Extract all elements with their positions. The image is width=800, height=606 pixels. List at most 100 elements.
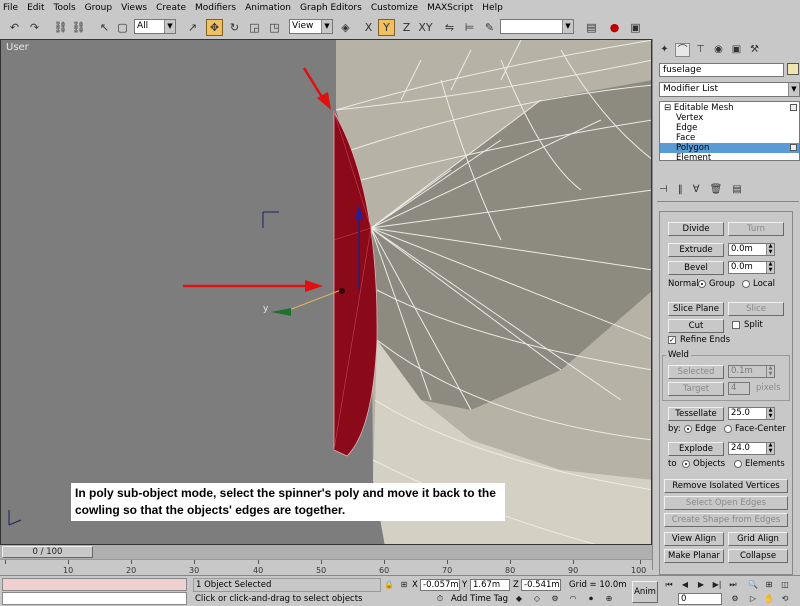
- pivot-center-icon[interactable]: ◈: [337, 19, 354, 36]
- align-icon[interactable]: ⊨: [461, 19, 478, 36]
- gizmo-x-axis[interactable]: [288, 289, 342, 311]
- time-tag-icon[interactable]: ⏱: [433, 593, 447, 605]
- turn-button[interactable]: Turn: [728, 222, 784, 236]
- track-bar[interactable]: 10 20 30 40 50 60 70 80 90 100: [0, 559, 652, 575]
- restrict-x-icon[interactable]: X: [360, 19, 377, 36]
- weld-target-button[interactable]: Target: [668, 382, 724, 396]
- menu-animation[interactable]: Animation: [245, 3, 291, 13]
- modifier-list-select[interactable]: Modifier List ▼: [659, 82, 800, 97]
- stack-item-polygon[interactable]: Polygon: [660, 143, 799, 153]
- remove-modifier-icon[interactable]: 🗑: [710, 184, 723, 198]
- viewport-user[interactable]: y User: [0, 39, 652, 545]
- select-by-name-icon[interactable]: ↗: [184, 19, 201, 36]
- key-mode-icon[interactable]: ◇: [530, 593, 544, 605]
- zoom-icon[interactable]: 🔍: [746, 579, 760, 591]
- weld-threshold-spinner[interactable]: 0.1m ▲ ▼: [728, 365, 775, 378]
- object-color-swatch[interactable]: [787, 63, 799, 75]
- prev-frame-icon[interactable]: ◀: [678, 579, 692, 591]
- animate-button[interactable]: Anim: [632, 581, 658, 603]
- pin-stack-icon[interactable]: ⊣: [659, 184, 668, 198]
- gizmo-y-arrow[interactable]: [271, 308, 291, 316]
- gizmo-center[interactable]: [339, 288, 345, 294]
- viewport-label[interactable]: User: [6, 42, 29, 53]
- scale-icon[interactable]: ◲: [246, 19, 263, 36]
- menu-file[interactable]: File: [3, 3, 18, 13]
- absolute-mode-icon[interactable]: ⊞: [397, 579, 411, 591]
- restrict-z-icon[interactable]: Z: [398, 19, 415, 36]
- time-slider-thumb[interactable]: 0 / 100: [2, 546, 93, 558]
- spinner-arrows-icon[interactable]: ▲ ▼: [766, 442, 774, 454]
- menu-maxscript[interactable]: MAXScript: [427, 3, 473, 13]
- cut-button[interactable]: Cut: [668, 319, 724, 333]
- play-icon[interactable]: ▶: [694, 579, 708, 591]
- field-of-view-icon[interactable]: ▷: [746, 593, 760, 605]
- modifier-stack[interactable]: ⊟ Editable Mesh Vertex Edge Face Polygon…: [659, 101, 800, 163]
- tessellate-face-center-radio[interactable]: [724, 425, 732, 433]
- pan-icon[interactable]: ✋: [762, 593, 776, 605]
- named-selection-icon[interactable]: ✎: [481, 19, 498, 36]
- explode-elements-radio[interactable]: [734, 460, 742, 468]
- explode-angle-spinner[interactable]: 24.0 ▲ ▼: [728, 442, 775, 455]
- stack-item-face[interactable]: Face: [660, 133, 799, 143]
- named-selection-select[interactable]: ▼: [500, 19, 574, 34]
- normal-group-radio[interactable]: [698, 280, 706, 288]
- tessellate-tension-spinner[interactable]: 25.0 ▲ ▼: [728, 407, 775, 420]
- make-unique-icon[interactable]: ∀: [693, 184, 700, 198]
- grid-align-button[interactable]: Grid Align: [728, 532, 788, 546]
- stack-item-vertex[interactable]: Vertex: [660, 113, 799, 123]
- menu-tools[interactable]: Tools: [54, 3, 76, 13]
- normal-local-radio[interactable]: [742, 280, 750, 288]
- split-checkbox[interactable]: [732, 321, 740, 329]
- set-key-icon[interactable]: ◆: [512, 593, 526, 605]
- modify-tab-icon[interactable]: ⌒: [675, 43, 690, 57]
- utilities-tab-icon[interactable]: ⚒: [747, 43, 762, 57]
- bevel-button[interactable]: Bevel: [668, 261, 724, 275]
- scale-nonuniform-icon[interactable]: ◳: [266, 19, 283, 36]
- material-editor-icon[interactable]: ●: [606, 19, 623, 36]
- default-tangent-icon[interactable]: ◠: [566, 593, 580, 605]
- extrude-amount-spinner[interactable]: 0.0m ▲ ▼: [728, 243, 775, 256]
- remove-isolated-vertices-button[interactable]: Remove Isolated Vertices: [664, 479, 788, 493]
- restrict-y-icon[interactable]: Y: [378, 19, 395, 36]
- create-shape-from-edges-button[interactable]: Create Shape from Edges: [664, 513, 788, 527]
- maxscript-listener-output[interactable]: [2, 578, 187, 591]
- zoom-extents-icon[interactable]: ◫: [778, 579, 792, 591]
- select-icon[interactable]: ↖: [96, 19, 113, 36]
- goto-end-icon[interactable]: ⏭: [726, 579, 740, 591]
- divide-button[interactable]: Divide: [668, 222, 724, 236]
- slice-button[interactable]: Slice: [728, 302, 784, 316]
- menu-modifiers[interactable]: Modifiers: [195, 3, 236, 13]
- redo-icon[interactable]: ↷: [26, 19, 43, 36]
- rotate-icon[interactable]: ↻: [226, 19, 243, 36]
- weld-selected-button[interactable]: Selected: [668, 365, 724, 379]
- menu-customize[interactable]: Customize: [371, 3, 418, 13]
- configure-sets-icon[interactable]: ▤: [732, 184, 741, 198]
- menu-views[interactable]: Views: [121, 3, 147, 13]
- current-frame-field[interactable]: 0: [678, 593, 722, 605]
- key-filters-icon[interactable]: ⚙: [548, 593, 562, 605]
- unlink-icon[interactable]: ⛓: [70, 19, 87, 36]
- time-config-icon[interactable]: ⚙: [728, 593, 742, 605]
- snap-icon[interactable]: ⊕: [602, 593, 616, 605]
- explode-objects-radio[interactable]: [682, 460, 690, 468]
- orbit-icon[interactable]: ⟲: [778, 593, 792, 605]
- next-frame-icon[interactable]: ▶|: [710, 579, 724, 591]
- add-time-tag-button[interactable]: Add Time Tag: [451, 593, 508, 605]
- show-end-result-icon[interactable]: ‖: [678, 184, 683, 198]
- menu-create[interactable]: Create: [156, 3, 186, 13]
- weld-target-spinner[interactable]: 4: [728, 382, 750, 395]
- spinner-arrows-icon[interactable]: ▲ ▼: [766, 407, 774, 419]
- make-planar-button[interactable]: Make Planar: [664, 549, 724, 563]
- refine-ends-checkbox[interactable]: ✓: [668, 336, 676, 344]
- selection-filter-select[interactable]: All ▼: [134, 19, 176, 34]
- select-region-icon[interactable]: ▢: [114, 19, 131, 36]
- stack-item-edge[interactable]: Edge: [660, 123, 799, 133]
- restrict-xy-icon[interactable]: XY: [417, 19, 434, 36]
- bevel-amount-spinner[interactable]: 0.0m ▲ ▼: [728, 261, 775, 274]
- link-icon[interactable]: ⛓: [52, 19, 69, 36]
- spinner-arrows-icon[interactable]: ▲ ▼: [766, 365, 774, 377]
- stack-item-editable-mesh[interactable]: ⊟ Editable Mesh: [660, 103, 799, 113]
- view-align-button[interactable]: View Align: [664, 532, 724, 546]
- tessellate-button[interactable]: Tessellate: [668, 407, 724, 421]
- menu-graph-editors[interactable]: Graph Editors: [300, 3, 362, 13]
